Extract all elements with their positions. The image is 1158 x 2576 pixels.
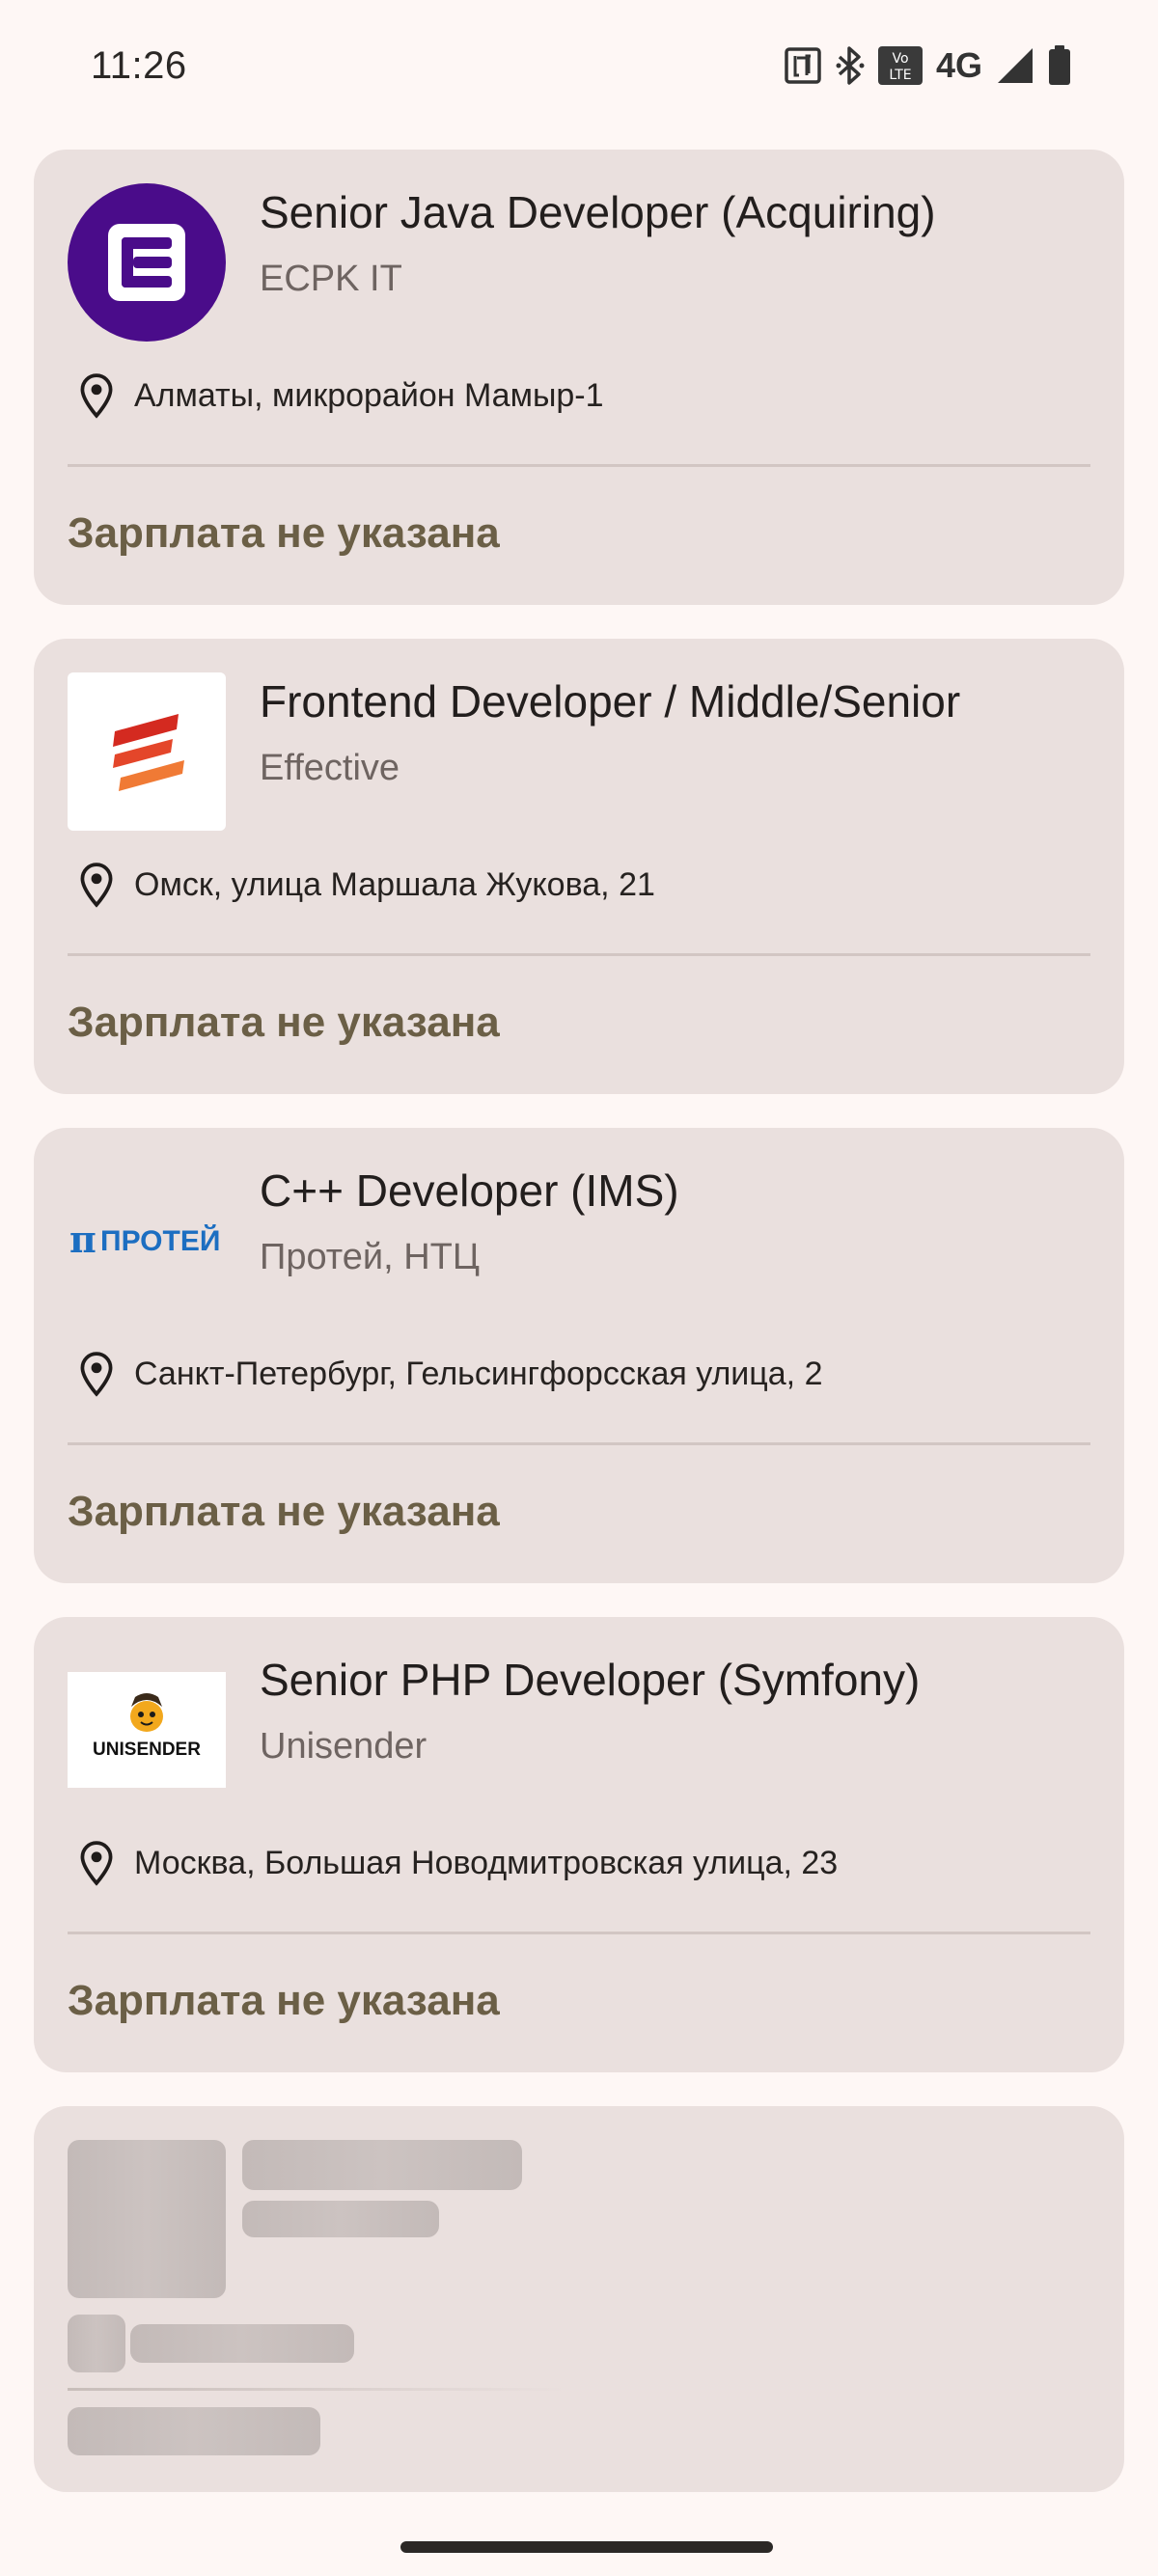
location-text: Москва, Большая Новодмитровская улица, 2… bbox=[134, 1844, 839, 1881]
location-pin-icon bbox=[80, 1352, 113, 1397]
divider bbox=[68, 1932, 1090, 1934]
location-row: Москва, Большая Новодмитровская улица, 2… bbox=[72, 1834, 1095, 1892]
vacancy-title[interactable]: Frontend Developer / Middle/Senior bbox=[260, 675, 1095, 727]
vacancy-title[interactable]: Senior PHP Developer (Symfony) bbox=[260, 1654, 1095, 1706]
company-name: Effective bbox=[260, 748, 400, 788]
battery-icon bbox=[1049, 45, 1070, 85]
volte-icon: Vo LTE bbox=[877, 46, 923, 85]
company-name: Протей, НТЦ bbox=[260, 1237, 480, 1277]
effective-logo bbox=[113, 714, 184, 791]
unisender-logo-text: UNISENDER bbox=[93, 1740, 201, 1760]
signal-icon bbox=[998, 48, 1033, 83]
salary-text: Зарплата не указана bbox=[68, 1977, 500, 2024]
unisender-logo: UNISENDER bbox=[93, 1693, 201, 1760]
salary-text: Зарплата не указана bbox=[68, 999, 500, 1046]
skeleton-company bbox=[242, 2201, 439, 2237]
svg-text:LTE: LTE bbox=[889, 68, 911, 83]
vacancy-card[interactable]: Senior Java Developer (Acquiring) ECPK I… bbox=[34, 150, 1124, 605]
skeleton-logo bbox=[68, 2140, 226, 2298]
company-name: ECPK IT bbox=[260, 259, 402, 299]
vacancy-card[interactable]: π ПРОТЕЙ C++ Developer (IMS) Протей, НТЦ… bbox=[34, 1128, 1124, 1583]
vacancy-card[interactable]: Frontend Developer / Middle/Senior Effec… bbox=[34, 639, 1124, 1094]
bluetooth-icon bbox=[836, 46, 865, 85]
location-pin-icon bbox=[80, 373, 113, 419]
skeleton-pin bbox=[68, 2315, 125, 2372]
skeleton-location bbox=[130, 2324, 354, 2363]
protei-logo-text: ПРОТЕЙ bbox=[100, 1224, 220, 1257]
location-text: Алматы, микрорайон Мамыр-1 bbox=[134, 376, 604, 414]
svg-text:π: π bbox=[69, 1218, 96, 1261]
status-icons: Vo LTE 4G bbox=[784, 44, 1071, 87]
vacancy-title[interactable]: C++ Developer (IMS) bbox=[260, 1165, 1095, 1217]
company-logo-unisender: UNISENDER bbox=[68, 1672, 226, 1788]
divider bbox=[68, 953, 1090, 956]
divider bbox=[68, 1442, 1090, 1445]
nfc-icon bbox=[785, 47, 821, 84]
location-row: Омск, улица Маршала Жукова, 21 bbox=[72, 856, 1095, 914]
network-type: 4G bbox=[935, 45, 982, 85]
home-indicator[interactable] bbox=[400, 2541, 773, 2553]
company-logo-effective bbox=[68, 672, 226, 831]
status-bar: 11:26 Vo LTE 4G bbox=[0, 0, 1158, 135]
loading-skeleton-card bbox=[34, 2106, 1124, 2492]
company-name: Unisender bbox=[260, 1726, 427, 1767]
vacancy-title[interactable]: Senior Java Developer (Acquiring) bbox=[260, 186, 1095, 238]
location-pin-icon bbox=[80, 863, 113, 908]
salary-text: Зарплата не указана bbox=[68, 1488, 500, 1535]
vacancy-card[interactable]: UNISENDER Senior PHP Developer (Symfony)… bbox=[34, 1617, 1124, 2072]
location-row: Санкт-Петербург, Гельсингфорсская улица,… bbox=[72, 1345, 1095, 1403]
company-logo-protei: π ПРОТЕЙ bbox=[68, 1162, 226, 1320]
protei-logo: π ПРОТЕЙ bbox=[69, 1218, 220, 1261]
skeleton-title bbox=[242, 2140, 522, 2190]
location-row: Алматы, микрорайон Мамыр-1 bbox=[72, 367, 1095, 425]
salary-text: Зарплата не указана bbox=[68, 509, 500, 557]
skeleton-salary bbox=[68, 2407, 320, 2455]
company-logo-ecpk bbox=[68, 183, 226, 342]
vacancy-list[interactable]: Senior Java Developer (Acquiring) ECPK I… bbox=[34, 150, 1124, 2492]
skeleton-divider bbox=[68, 2388, 569, 2391]
status-time: 11:26 bbox=[91, 44, 187, 87]
svg-text:Vo: Vo bbox=[892, 51, 908, 67]
location-pin-icon bbox=[80, 1841, 113, 1886]
location-text: Санкт-Петербург, Гельсингфорсская улица,… bbox=[134, 1355, 823, 1392]
location-text: Омск, улица Маршала Жукова, 21 bbox=[134, 865, 655, 903]
divider bbox=[68, 464, 1090, 467]
ecpk-logo bbox=[108, 224, 185, 301]
